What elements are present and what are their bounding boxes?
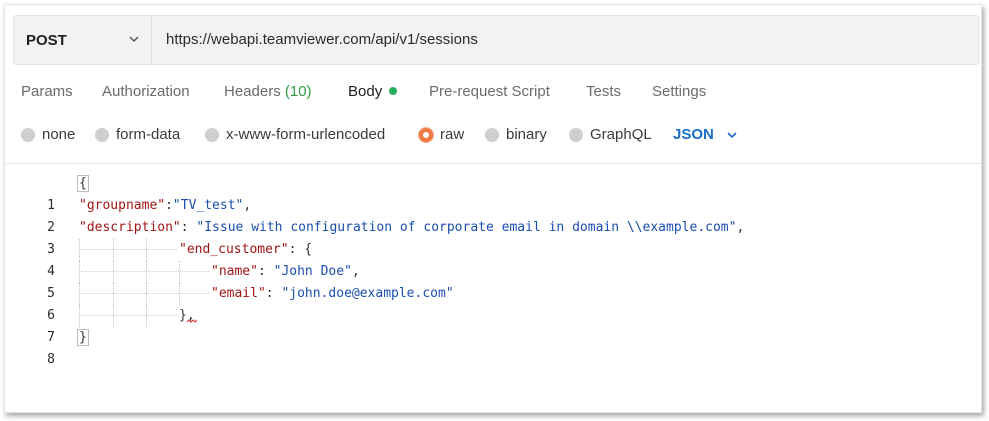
body-indicator-dot (389, 87, 398, 95)
json-punctuation: , (351, 264, 360, 279)
url-bar: POST https://webapi.teamviewer.com/api/v… (13, 15, 979, 65)
radio-none[interactable]: none (21, 126, 75, 143)
json-punctuation: , (736, 220, 745, 235)
json-string: "Issue with configuration of corporate e… (196, 220, 737, 235)
editor-line: 8 } (5, 327, 981, 367)
indent-guide (79, 305, 80, 327)
json-key: "end_customer" (179, 242, 289, 257)
headers-count: (10) (284, 83, 312, 100)
indent-guide (79, 283, 80, 305)
postman-request-window: POST https://webapi.teamviewer.com/api/v… (4, 4, 982, 413)
method-dropdown[interactable]: POST (14, 16, 152, 64)
tab-body[interactable]: Body (348, 83, 398, 100)
matched-bracket: { (77, 175, 89, 192)
line-code: "description": "Issue with configuration… (79, 217, 744, 239)
radio-circle (569, 127, 583, 142)
error-squiggle-icon (187, 319, 197, 323)
radio-circle (205, 127, 219, 142)
tab-headers[interactable]: Headers (10) (224, 83, 312, 100)
json-string: "John Doe" (273, 264, 352, 279)
body-type-options: none form-data x-www-form-urlencoded raw… (5, 126, 981, 148)
method-label: POST (26, 31, 67, 49)
tab-label: Params (21, 83, 73, 100)
tab-label: Settings (652, 83, 707, 100)
radio-circle (485, 127, 499, 142)
json-key: "groupname" (79, 198, 166, 213)
radio-label: x-www-form-urlencoded (226, 126, 386, 143)
whitespace-dots (81, 315, 177, 317)
indent-guides (79, 261, 219, 283)
radio-form-data[interactable]: form-data (95, 126, 180, 143)
radio-label: GraphQL (590, 126, 652, 143)
format-dropdown[interactable]: JSON (673, 126, 738, 143)
editor-line: 5 "name": "John Doe", (5, 261, 981, 301)
editor-line: 3 "description": "Issue with configurati… (5, 217, 981, 257)
json-punctuation: , (243, 198, 252, 213)
whitespace-dots (81, 249, 177, 251)
radio-circle (95, 127, 109, 142)
whitespace-dots (81, 271, 209, 273)
tab-pre-request-script[interactable]: Pre-request Script (429, 83, 550, 100)
json-punctuation: : (165, 198, 173, 213)
tab-settings[interactable]: Settings (652, 83, 706, 100)
json-punctuation: : (265, 286, 282, 301)
tab-tests[interactable]: Tests (586, 83, 621, 100)
radio-x-www-form-urlencoded[interactable]: x-www-form-urlencoded (205, 126, 385, 143)
radio-graphql[interactable]: GraphQL (569, 126, 652, 143)
line-code: } (77, 327, 89, 349)
editor-line: 2 "groupname":"TV_test", (5, 195, 981, 235)
editor-line: 1 { (5, 173, 981, 213)
json-key: "email" (211, 286, 266, 301)
tab-label: Authorization (102, 83, 190, 100)
json-key: "name" (211, 264, 258, 279)
divider (5, 163, 981, 164)
indent-guides (79, 283, 219, 305)
line-code: "email": "john.doe@example.com" (211, 283, 454, 305)
indent-guides (79, 305, 219, 327)
chevron-down-icon (129, 36, 139, 43)
editor-line: 6 "email": "john.doe@example.com" (5, 283, 981, 323)
tab-label: Tests (586, 83, 622, 100)
tab-label: Pre-request Script (429, 83, 550, 100)
json-punctuation: : (180, 220, 197, 235)
matched-bracket: } (77, 329, 89, 346)
tab-label: Body (348, 83, 383, 100)
line-code: { (77, 173, 89, 195)
radio-label: none (42, 126, 76, 143)
request-tabs: Params Authorization Headers (10) Body P… (5, 83, 981, 107)
line-code: "groupname":"TV_test", (79, 195, 251, 217)
json-key: "description" (79, 220, 181, 235)
url-input[interactable]: https://webapi.teamviewer.com/api/v1/ses… (166, 31, 478, 48)
radio-raw[interactable]: raw (419, 126, 464, 143)
radio-label: form-data (116, 126, 181, 143)
tab-label: Headers (224, 83, 281, 100)
json-punctuation: : (257, 264, 274, 279)
editor-line: 4 "end_customer": { (5, 239, 981, 279)
radio-label: binary (506, 126, 547, 143)
format-label: JSON (673, 126, 714, 143)
line-number: 8 (47, 352, 55, 367)
json-string: "john.doe@example.com" (281, 286, 454, 301)
tab-authorization[interactable]: Authorization (102, 83, 190, 100)
chevron-down-icon (727, 131, 737, 138)
line-code: "name": "John Doe", (211, 261, 360, 283)
indent-guide (79, 239, 80, 261)
indent-guide (79, 261, 80, 283)
json-punctuation: : { (288, 242, 313, 257)
radio-circle-selected (419, 127, 433, 142)
radio-circle (21, 127, 35, 142)
code-editor[interactable]: 1 { 2 "groupname":"TV_test", 3 "descript… (5, 173, 981, 373)
radio-label: raw (440, 126, 465, 143)
radio-binary[interactable]: binary (485, 126, 547, 143)
json-string: "TV_test" (172, 198, 244, 213)
line-code: "end_customer": { (179, 239, 312, 261)
tab-params[interactable]: Params (21, 83, 73, 100)
editor-line: 7 }, (5, 305, 981, 345)
whitespace-dots (81, 293, 209, 295)
